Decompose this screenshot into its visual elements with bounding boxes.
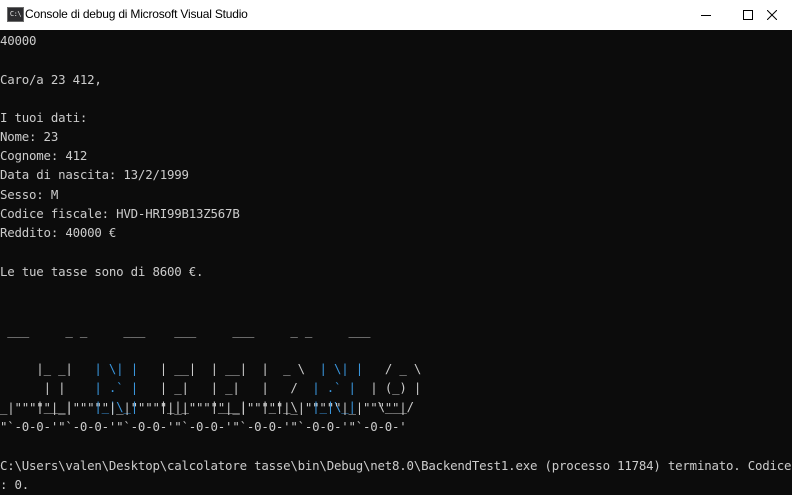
- output-line-income-label: Reddito: 40000 €: [0, 225, 117, 240]
- output-line-surname: Cognome: 412: [0, 148, 88, 163]
- close-button[interactable]: [752, 0, 792, 30]
- title-bar[interactable]: C:\ Console di debug di Microsoft Visual…: [0, 0, 792, 30]
- ascii-art-row: "`-0-0-'"`-0-0-'"`-0-0-'"`-0-0-'"`-0-0-'…: [0, 419, 407, 434]
- output-line-exit-code: : 0.: [0, 477, 30, 492]
- ascii-art-row: |___| |_|\_| |_|_ |___| |_|_\ |_|\_| \__…: [0, 378, 421, 414]
- console-output[interactable]: 40000 Caro/a 23 412, I tuoi dati: Nome: …: [0, 30, 792, 495]
- minimize-icon: [701, 15, 711, 16]
- output-line-fiscal-code: Codice fiscale: HVD-HRI99B13Z567B: [0, 206, 240, 221]
- output-line-birthdate: Data di nascita: 13/2/1999: [0, 167, 189, 182]
- ascii-art-row: _|"""""|_|"""""|_|"""""|_|"""""|_|"""""|…: [0, 400, 407, 415]
- output-line-sex: Sesso: M: [0, 187, 59, 202]
- output-line-taxes: Le tue tasse sono di 8600 €.: [0, 264, 204, 279]
- window-title: Console di debug di Microsoft Visual Stu…: [25, 7, 248, 21]
- output-line-greeting: Caro/a 23 412,: [0, 72, 102, 87]
- output-line-name: Nome: 23: [0, 129, 59, 144]
- close-icon: [767, 10, 777, 20]
- ascii-art-row: | | | .` | | _| | _| | / | .` | | (_) |: [0, 359, 422, 395]
- ascii-art-row: ___ _ _ ___ ___ ___ _ _ ___: [0, 323, 385, 338]
- output-line-data-header: I tuoi dati:: [0, 110, 88, 125]
- output-line-income: 40000: [0, 33, 37, 48]
- ascii-art-row: |_ _| | \| | | __| | __| | _ \ | \| | / …: [0, 340, 428, 376]
- output-line-process-exit: C:\Users\valen\Desktop\calcolatore tasse…: [0, 458, 792, 473]
- console-app-icon: C:\: [7, 7, 24, 22]
- minimize-button[interactable]: [686, 0, 726, 30]
